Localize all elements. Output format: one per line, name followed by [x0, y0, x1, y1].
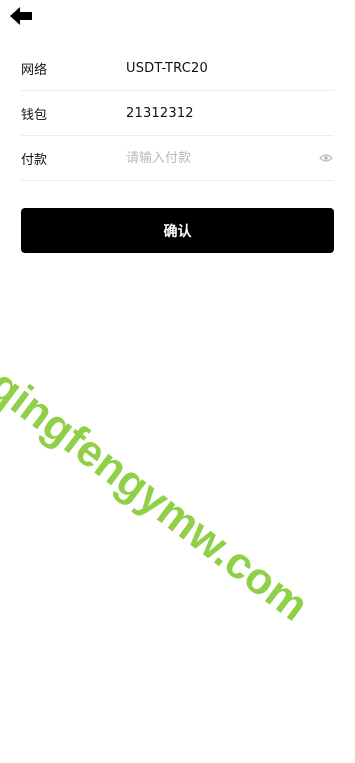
payment-input[interactable] [126, 150, 334, 166]
back-button[interactable] [8, 6, 34, 30]
wallet-row: 钱包 21312312 [21, 91, 334, 136]
watermark-text: qingfengymw.com [0, 360, 318, 631]
network-row: 网络 USDT-TRC20 [21, 46, 334, 91]
network-value: USDT-TRC20 [126, 60, 208, 76]
wallet-label: 钱包 [21, 107, 48, 123]
payment-label: 付款 [21, 152, 48, 168]
wallet-value: 21312312 [126, 105, 194, 121]
withdraw-form: 网络 USDT-TRC20 钱包 21312312 付款 [21, 46, 334, 181]
eye-icon[interactable] [319, 153, 333, 163]
back-arrow-icon [9, 6, 33, 30]
confirm-button[interactable]: 确认 [21, 208, 334, 253]
network-label: 网络 [21, 62, 48, 78]
payment-row: 付款 [21, 136, 334, 181]
